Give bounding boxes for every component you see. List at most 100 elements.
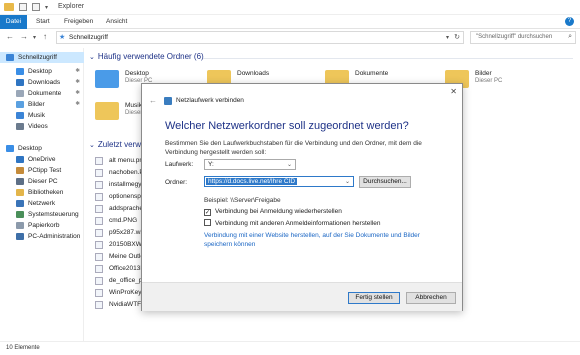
chevron-down-icon: ⌄ [286,162,292,168]
forward-arrow-icon[interactable]: → [20,32,28,41]
back-arrow-icon[interactable]: ← [149,96,157,105]
new-folder-icon[interactable] [32,3,40,11]
breadcrumb[interactable]: Schnellzugriff [69,34,108,41]
item-count: 10 Elemente [6,345,40,351]
file-icon [95,181,103,189]
pin-icon: ✱ [75,101,80,107]
control-panel-icon [16,211,24,218]
sidebar-item-label: Schnellzugriff [18,54,57,61]
file-icon [95,253,103,261]
user-icon [16,167,24,174]
chevron-down-icon[interactable]: ▾ [446,34,449,41]
up-arrow-icon[interactable]: ↑ [43,32,47,41]
frequent-folders-header[interactable]: ⌄ Häufig verwendete Ordner (6) [89,52,204,61]
search-icon: ⌕ [568,33,572,40]
file-icon [95,217,103,225]
help-icon[interactable]: ? [565,17,574,26]
sidebar-item-label: Musik [28,112,45,119]
file-icon [95,301,103,309]
sidebar-item[interactable]: OneDrive [0,154,84,165]
sidebar-item[interactable]: Netzwerk [0,198,84,209]
checkbox-icon [204,219,211,226]
search-placeholder: "Schnellzugriff" durchsuchen [476,34,553,40]
sidebar-item[interactable]: PCtipp Test [0,165,84,176]
sidebar-item[interactable]: Videos [0,121,84,132]
sidebar-item[interactable]: Dokumente ✱ [0,88,84,99]
address-input[interactable]: ★ Schnellzugriff ▾ ↻ [56,31,464,44]
dialog-footer: Fertig stellen Abbrechen [142,282,462,311]
divider [203,58,573,59]
back-arrow-icon[interactable]: ← [6,32,14,41]
sidebar-item[interactable]: Dieser PC [0,176,84,187]
star-icon: ★ [59,34,66,41]
sidebar-item-label: Systemsteuerung [28,211,79,218]
properties-icon[interactable] [19,3,27,11]
other-credentials-checkbox[interactable]: Verbindung mit anderen Anmeldeinformatio… [204,219,381,227]
chevron-down-icon[interactable]: ▾ [45,4,48,11]
star-icon [6,54,14,61]
sidebar-item[interactable]: Desktop [0,143,84,154]
example-text: Beispiel: \\Server\Freigabe [204,197,281,204]
file-icon [95,277,103,285]
sidebar-item[interactable]: Bilder ✱ [0,99,84,110]
desktop-icon [6,145,14,152]
file-icon [95,157,103,165]
finish-button[interactable]: Fertig stellen [348,292,400,304]
sidebar-item[interactable]: Schnellzugriff [0,52,84,63]
pin-icon: ✱ [75,79,80,85]
library-icon [16,189,24,196]
checkmark-icon: ✓ [204,209,211,216]
tab-start[interactable]: Start [36,15,50,29]
file-icon [95,205,103,213]
file-icon [95,229,103,237]
chevron-down-icon: ⌄ [89,142,95,149]
sidebar-item-label: Desktop [18,145,42,152]
sidebar-item[interactable]: Papierkorb [0,220,84,231]
sidebar-item[interactable]: Downloads ✱ [0,77,84,88]
pictures-icon [16,101,24,108]
desktop-folder-icon [95,70,119,88]
admin-icon [16,233,24,240]
ribbon: Datei Start Freigeben Ansicht ? [0,15,580,29]
reconnect-checkbox[interactable]: ✓ Verbindung bei Anmeldung wiederherstell… [204,208,342,216]
sidebar-item-label: Netzwerk [28,200,56,207]
recent-locations-icon[interactable]: ▾ [33,34,36,41]
tab-view[interactable]: Ansicht [106,15,127,29]
file-icon [95,241,103,249]
tab-file[interactable]: Datei [0,15,27,29]
search-input[interactable]: "Schnellzugriff" durchsuchen ⌕ [470,31,576,44]
sidebar-item[interactable]: Desktop ✱ [0,66,84,77]
sidebar-item[interactable]: Bibliotheken [0,187,84,198]
computer-icon [16,178,24,185]
map-network-drive-dialog: ✕ ← Netzlaufwerk verbinden Welcher Netzw… [141,83,463,311]
network-drive-icon [164,97,172,105]
sidebar-item-label: Bilder [28,101,45,108]
folder-label: Ordner: [165,179,188,186]
file-name: cmd.PNG [109,217,138,224]
file-icon [95,289,103,297]
close-icon[interactable]: ✕ [450,87,457,96]
refresh-icon[interactable]: ↻ [454,33,460,41]
sidebar-item[interactable]: Musik [0,110,84,121]
music-icon [16,112,24,119]
sidebar-item-label: Desktop [28,68,52,75]
tab-share[interactable]: Freigeben [64,15,93,29]
file-icon [95,265,103,273]
browse-button[interactable]: Durchsuchen... [359,176,411,188]
pin-icon: ✱ [75,90,80,96]
folder-input[interactable]: https://d.docs.live.net/Ihre CID ⌄ [204,176,354,187]
sidebar-item-label: Dieser PC [28,178,58,185]
drive-label: Laufwerk: [165,161,194,168]
drive-select[interactable]: Y: ⌄ [204,159,296,170]
navigation-pane: Schnellzugriff Desktop ✱ Downloads ✱ Dokument… [0,48,84,341]
file-icon [95,193,103,201]
title-bar: ▾ Explorer [0,0,580,15]
pin-icon: ✱ [75,68,80,74]
address-bar-row: ← → ▾ ↑ ★ Schnellzugriff ▾ ↻ "Schnellzug… [0,29,580,47]
window-title: Explorer [58,3,85,10]
website-link[interactable]: Verbindung mit einer Website herstellen,… [204,232,444,249]
cancel-button[interactable]: Abbrechen [406,292,456,304]
sidebar-item[interactable]: PC-Administration [0,231,84,242]
chevron-down-icon: ⌄ [89,54,95,61]
sidebar-item[interactable]: Systemsteuerung [0,209,84,220]
